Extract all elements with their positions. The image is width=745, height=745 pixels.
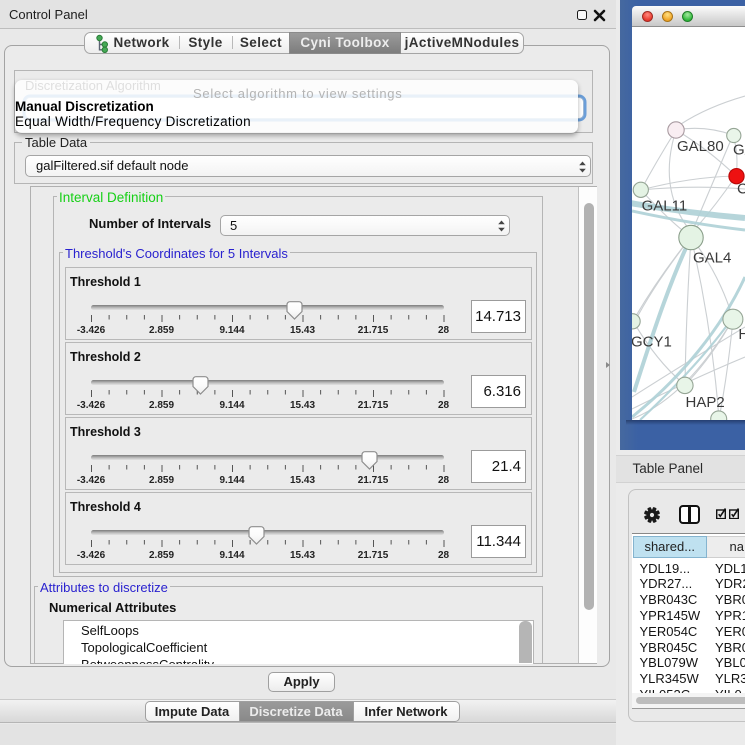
svg-text:GCY1: GCY1: [632, 334, 672, 351]
svg-text:GAL11: GAL11: [642, 197, 688, 214]
svg-text:GAL80: GAL80: [677, 138, 724, 155]
svg-text:HAP2: HAP2: [686, 394, 725, 411]
svg-text:GA: GA: [733, 142, 745, 159]
svg-text:C: C: [737, 181, 745, 198]
svg-text:H: H: [738, 326, 745, 343]
svg-text:GAL4: GAL4: [693, 250, 731, 267]
